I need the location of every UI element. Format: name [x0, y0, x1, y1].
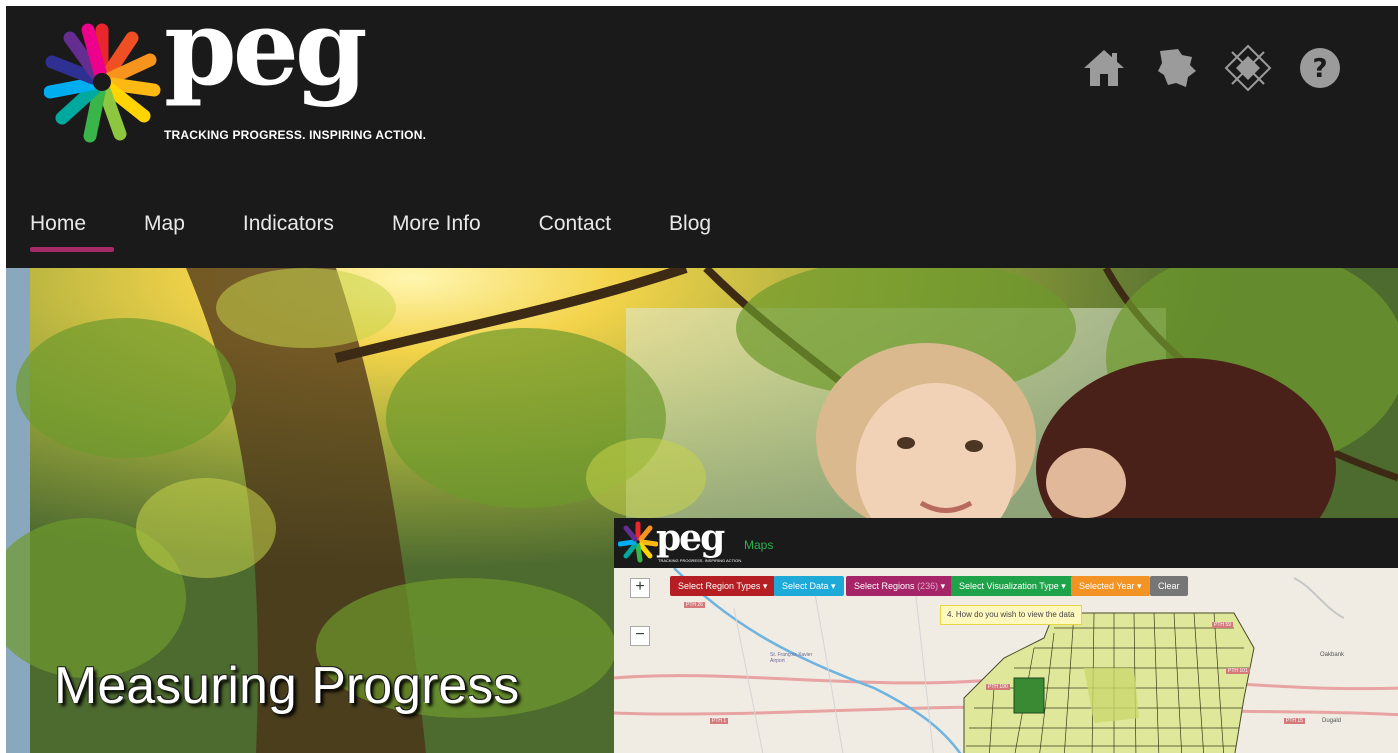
nav-blog[interactable]: Blog: [669, 212, 711, 246]
hero-tagline: Measuring Progress: [54, 657, 520, 715]
manitoba-map-icon[interactable]: [1152, 44, 1200, 92]
map-place-oakbank: Oakbank: [1320, 652, 1345, 658]
map-road-label: PTH 101: [1226, 668, 1250, 674]
maps-title: Maps: [744, 538, 774, 552]
peg-logo[interactable]: peg TRACKING PROGRESS. INSPIRING ACTION.: [44, 6, 426, 144]
logo-tagline: TRACKING PROGRESS. INSPIRING ACTION.: [164, 128, 427, 142]
page: peg TRACKING PROGRESS. INSPIRING ACTION.…: [6, 6, 1398, 753]
maps-logo-tagline: TRACKING PROGRESS. INSPIRING ACTION.: [658, 558, 743, 563]
clear-button[interactable]: Clear: [1150, 576, 1188, 596]
select-region-types-label: Select Region Types: [678, 581, 761, 591]
nav-home[interactable]: Home: [30, 212, 115, 252]
select-visualization-type-button[interactable]: Select Visualization Type ▾: [951, 576, 1074, 596]
header-icons: ?: [1080, 44, 1344, 92]
maps-header: peg TRACKING PROGRESS. INSPIRING ACTION.…: [614, 518, 1398, 568]
select-region-types-button[interactable]: Select Region Types ▾: [670, 576, 776, 596]
help-icon[interactable]: ?: [1296, 44, 1344, 92]
select-regions-count: (236): [917, 581, 939, 591]
map-road-label: PTH 26: [684, 602, 705, 608]
map-road-label: PTH 1: [710, 718, 729, 724]
visualization-tooltip: 4. How do you wish to view the data: [940, 605, 1082, 625]
select-data-label: Select Data: [782, 581, 829, 591]
map-road-label: PTH 59: [1212, 622, 1233, 628]
selected-year-label: Selected Year: [1079, 581, 1135, 591]
zoom-out-button[interactable]: −: [630, 626, 650, 646]
maps-preview[interactable]: peg TRACKING PROGRESS. INSPIRING ACTION.…: [614, 518, 1398, 753]
select-regions-button[interactable]: Select Regions (236) ▾: [846, 576, 954, 596]
svg-text:?: ?: [1312, 54, 1327, 84]
nav-more-info[interactable]: More Info: [392, 212, 481, 246]
select-visualization-type-label: Select Visualization Type: [959, 581, 1059, 591]
nav-contact[interactable]: Contact: [539, 212, 611, 246]
nav-map[interactable]: Map: [144, 212, 185, 246]
nav-indicators[interactable]: Indicators: [243, 212, 334, 246]
map-place-airport: St. François Xavier Airport: [770, 652, 813, 664]
star-blanket-icon[interactable]: [1224, 44, 1272, 92]
map-road-label: PTH 190: [986, 684, 1010, 690]
maps-logo-wordmark: peg: [656, 518, 725, 559]
select-regions-label: Select Regions: [854, 581, 915, 591]
main-nav: Home Map Indicators More Info Contact Bl…: [30, 212, 711, 252]
select-data-button[interactable]: Select Data ▾: [774, 576, 844, 596]
zoom-in-button[interactable]: +: [630, 578, 650, 598]
home-icon[interactable]: [1080, 44, 1128, 92]
selected-year-button[interactable]: Selected Year ▾: [1071, 576, 1150, 596]
peg-sunburst-icon: [44, 23, 161, 143]
maps-logo-sunburst-icon: [618, 521, 658, 563]
logo-wordmark: peg: [164, 6, 368, 109]
map-road-label: PTH 15: [1284, 718, 1305, 724]
map-place-dugald: Dugald: [1322, 718, 1342, 724]
